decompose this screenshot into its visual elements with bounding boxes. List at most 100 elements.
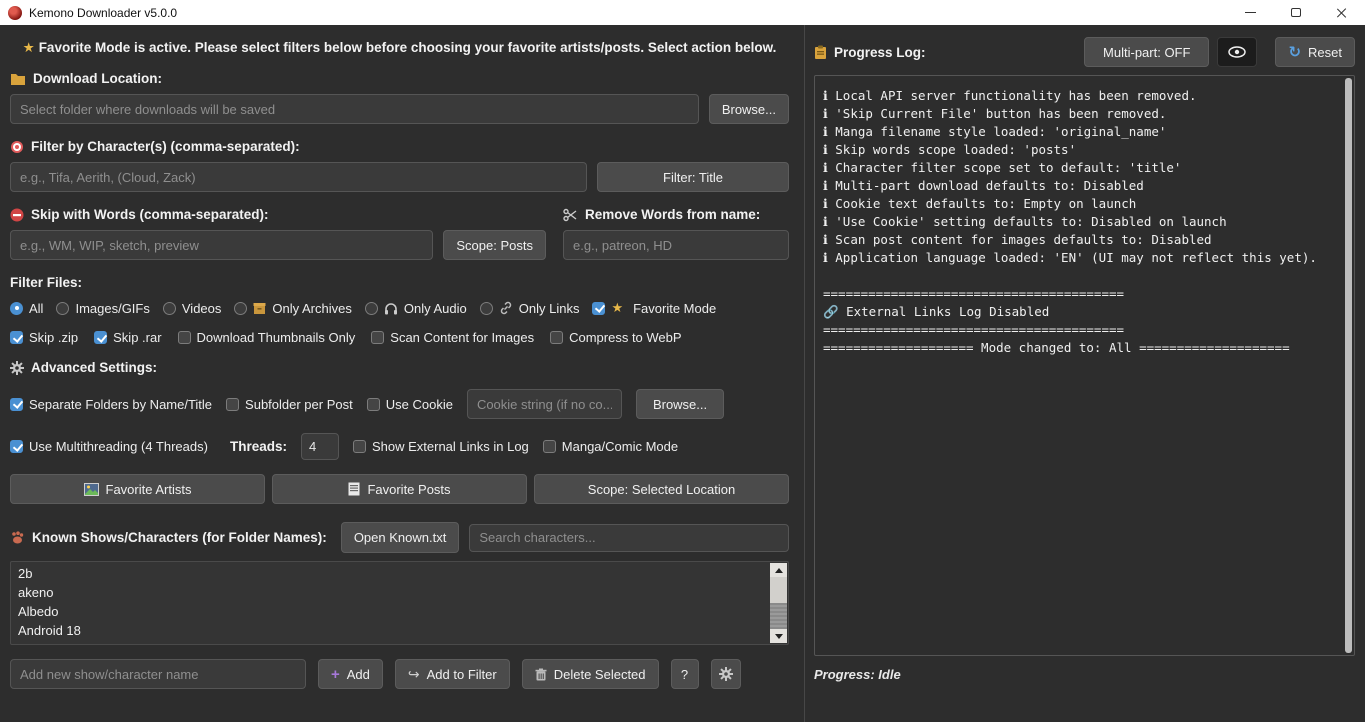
arrow-up-icon <box>775 568 783 573</box>
skip-words-label-text: Skip with Words (comma-separated): <box>31 207 269 222</box>
scope-selected-location-button[interactable]: Scope: Selected Location <box>534 474 789 504</box>
favorite-mode-notice: ★ Favorite Mode is active. Please select … <box>10 40 789 56</box>
pane-splitter[interactable] <box>799 25 810 722</box>
scroll-thumb[interactable] <box>770 577 787 603</box>
document-icon <box>348 482 360 496</box>
favorite-posts-button[interactable]: Favorite Posts <box>272 474 527 504</box>
list-item[interactable]: Albedo <box>18 602 766 621</box>
add-button[interactable]: + Add <box>318 659 383 689</box>
radio-indicator <box>480 302 493 315</box>
radio-images-gifs[interactable]: Images/GIFs <box>56 301 149 316</box>
list-item[interactable]: akeno <box>18 583 766 602</box>
known-shows-label: Known Shows/Characters (for Folder Names… <box>10 530 327 545</box>
filter-files-label: Filter Files: <box>10 275 789 290</box>
scroll-up-button[interactable] <box>770 563 787 577</box>
notice-text: Favorite Mode is active. Please select f… <box>39 40 777 55</box>
checkbox-indicator <box>178 331 191 344</box>
skip-rar-checkbox[interactable]: Skip .rar <box>94 330 161 345</box>
threads-input[interactable] <box>301 433 339 460</box>
radio-only-audio[interactable]: Only Audio <box>365 301 467 316</box>
progress-log-label: Progress Log: <box>814 45 926 60</box>
help-button[interactable]: ? <box>671 659 699 689</box>
favorite-mode-checkbox[interactable]: ★ Favorite Mode <box>592 300 716 316</box>
checkbox-label: Use Cookie <box>386 397 453 412</box>
cookie-string-input[interactable] <box>467 389 622 419</box>
character-filter-input[interactable] <box>10 162 587 192</box>
no-entry-icon <box>10 208 24 222</box>
delete-selected-button[interactable]: Delete Selected <box>522 659 659 689</box>
checkbox-label: Skip .zip <box>29 330 78 345</box>
compress-webp-checkbox[interactable]: Compress to WebP <box>550 330 681 345</box>
radio-indicator <box>365 302 378 315</box>
favorite-posts-label: Favorite Posts <box>367 482 450 497</box>
download-thumbnails-checkbox[interactable]: Download Thumbnails Only <box>178 330 356 345</box>
radio-label: Only Archives <box>272 301 351 316</box>
scroll-track[interactable] <box>770 577 787 629</box>
favorite-artists-button[interactable]: Favorite Artists <box>10 474 265 504</box>
app-window: Kemono Downloader v5.0.0 ★ Favorite Mode … <box>0 0 1365 722</box>
browse-download-button[interactable]: Browse... <box>709 94 789 124</box>
list-item[interactable]: Android 18 <box>18 621 766 640</box>
radio-all[interactable]: All <box>10 301 43 316</box>
multipart-toggle-button[interactable]: Multi-part: OFF <box>1084 37 1209 67</box>
close-button[interactable] <box>1319 0 1365 25</box>
scan-content-checkbox[interactable]: Scan Content for Images <box>371 330 534 345</box>
open-known-txt-button[interactable]: Open Known.txt <box>341 522 460 553</box>
show-external-links-checkbox[interactable]: Show External Links in Log <box>353 439 529 454</box>
log-line: ℹ Scan post content for images defaults … <box>823 231 1338 249</box>
checkbox-label: Skip .rar <box>113 330 161 345</box>
maximize-button[interactable] <box>1273 0 1319 25</box>
download-location-input[interactable] <box>10 94 699 124</box>
checkbox-label: Compress to WebP <box>569 330 681 345</box>
subfolder-per-post-checkbox[interactable]: Subfolder per Post <box>226 397 353 412</box>
filter-files-label-text: Filter Files: <box>10 275 82 290</box>
download-location-label: Download Location: <box>10 71 789 86</box>
list-item[interactable]: Android 21 <box>18 640 766 645</box>
minimize-button[interactable] <box>1227 0 1273 25</box>
archive-icon <box>253 302 266 315</box>
use-cookie-checkbox[interactable]: Use Cookie <box>367 397 453 412</box>
log-scrollbar[interactable] <box>1345 78 1352 653</box>
character-search-input[interactable] <box>469 524 789 552</box>
remove-words-input[interactable] <box>563 230 789 260</box>
reset-button[interactable]: ↻ Reset <box>1275 37 1355 67</box>
remove-words-label: Remove Words from name: <box>563 207 789 222</box>
checkbox-indicator <box>550 331 563 344</box>
checkbox-indicator <box>543 440 556 453</box>
target-icon <box>10 140 24 154</box>
settings-button[interactable] <box>711 659 741 689</box>
radio-only-archives[interactable]: Only Archives <box>234 301 351 316</box>
radio-indicator <box>234 302 247 315</box>
skip-words-input[interactable] <box>10 230 433 260</box>
settings-pane: ★ Favorite Mode is active. Please select … <box>0 25 799 722</box>
log-line: ℹ Character filter scope set to default:… <box>823 159 1338 177</box>
scroll-down-button[interactable] <box>770 629 787 643</box>
window-title: Kemono Downloader v5.0.0 <box>29 6 177 20</box>
add-character-input[interactable] <box>10 659 306 689</box>
radio-only-links[interactable]: Only Links <box>480 301 580 316</box>
list-item[interactable]: 2b <box>18 564 766 583</box>
eye-toggle-button[interactable] <box>1217 37 1257 67</box>
download-location-label-text: Download Location: <box>33 71 162 86</box>
known-characters-list: 2b akeno Albedo Android 18 Android 21 <box>10 561 789 645</box>
radio-label: Only Audio <box>404 301 467 316</box>
paw-icon <box>10 531 25 545</box>
log-line: 🔗 External Links Log Disabled <box>823 303 1338 321</box>
manga-mode-checkbox[interactable]: Manga/Comic Mode <box>543 439 678 454</box>
skip-scope-button[interactable]: Scope: Posts <box>443 230 546 260</box>
advanced-settings-label-text: Advanced Settings: <box>31 360 157 375</box>
add-to-filter-button[interactable]: ↪ Add to Filter <box>395 659 510 689</box>
radio-label: Only Links <box>519 301 580 316</box>
radio-videos[interactable]: Videos <box>163 301 222 316</box>
star-icon: ★ <box>23 40 35 55</box>
log-line: ======================================== <box>823 285 1338 303</box>
list-scrollbar[interactable] <box>770 563 787 643</box>
filter-scope-button[interactable]: Filter: Title <box>597 162 789 192</box>
advanced-settings-label: Advanced Settings: <box>10 360 789 375</box>
separate-folders-checkbox[interactable]: Separate Folders by Name/Title <box>10 397 212 412</box>
skip-zip-checkbox[interactable]: Skip .zip <box>10 330 78 345</box>
multithreading-checkbox[interactable]: Use Multithreading (4 Threads) <box>10 439 208 454</box>
browse-cookie-button[interactable]: Browse... <box>636 389 724 419</box>
checkbox-indicator <box>10 398 23 411</box>
checkbox-indicator <box>592 302 605 315</box>
